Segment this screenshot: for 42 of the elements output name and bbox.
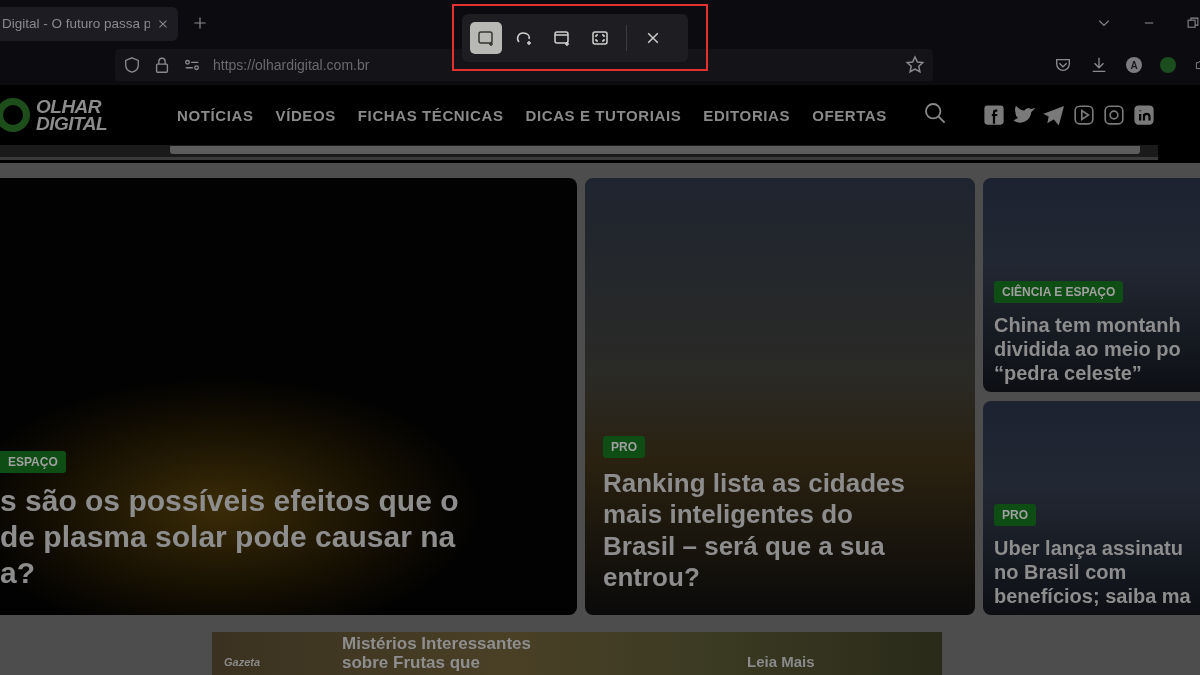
browser-tab[interactable]: Digital - O futuro passa p bbox=[0, 6, 178, 41]
news-card[interactable]: PRO Uber lança assinatu no Brasil com benefícios; saiba ma bbox=[983, 401, 1200, 615]
plus-icon[interactable] bbox=[192, 14, 208, 31]
account-avatar[interactable]: A bbox=[1126, 57, 1142, 73]
headline[interactable]: Uber lança assinatu no Brasil com benefícios; saiba ma bbox=[994, 536, 1200, 608]
news-card[interactable]: ESPAÇO s são os possíveis efeitos que o de plasma solar pode causar na a? bbox=[0, 178, 577, 615]
news-card[interactable]: CIÊNCIA E ESPAÇO China tem montanh dividida ao meio po “pedra celeste” bbox=[983, 178, 1200, 392]
brand-name: Gazeta bbox=[224, 656, 261, 668]
news-card[interactable]: PRO Ranking lista as cidades mais inteligentes do Brasil – será que a sua entrou? bbox=[585, 178, 975, 615]
nav-link[interactable]: NOTÍCIAS bbox=[177, 106, 254, 124]
category-tag[interactable]: PRO bbox=[994, 504, 1036, 526]
headline[interactable]: Ranking lista as cidades mais inteligentes do Brasil – será que a sua entrou? bbox=[603, 468, 957, 593]
restore-icon[interactable] bbox=[1186, 15, 1200, 30]
ad-title: Mistérios Interessantes sobre Frutas que bbox=[342, 634, 531, 672]
play-icon[interactable] bbox=[1072, 104, 1095, 126]
nav-link[interactable]: EDITORIAS bbox=[703, 106, 791, 124]
nav-link[interactable]: FICHAS TÉCNICAS bbox=[357, 106, 504, 124]
snip-mode-button[interactable] bbox=[470, 21, 502, 54]
star-icon[interactable] bbox=[905, 55, 925, 75]
logo-ring-icon bbox=[0, 98, 30, 132]
shield-icon[interactable] bbox=[123, 56, 141, 74]
category-tag[interactable]: ESPAÇO bbox=[0, 451, 66, 473]
search-icon[interactable] bbox=[922, 101, 947, 125]
download-icon[interactable] bbox=[1090, 56, 1108, 74]
bird-icon[interactable] bbox=[1012, 104, 1035, 126]
nav-link[interactable]: DICAS E TUTORIAIS bbox=[525, 106, 682, 124]
facebook-icon[interactable] bbox=[982, 104, 1005, 126]
lock-icon[interactable] bbox=[153, 56, 171, 74]
category-tag[interactable]: CIÊNCIA E ESPAÇO bbox=[994, 281, 1124, 303]
nav-link[interactable]: OFERTAS bbox=[812, 106, 887, 124]
paper-plane-icon[interactable] bbox=[1042, 104, 1065, 126]
headline[interactable]: s são os possíveis efeitos que o de plasma solar pode causar na a? bbox=[0, 483, 577, 591]
headline[interactable]: China tem montanh dividida ao meio po “pedra celeste” bbox=[994, 313, 1200, 385]
tab-title: Digital - O futuro passa p bbox=[2, 16, 151, 31]
site-logo[interactable]: OLHAR DIGITAL bbox=[36, 98, 108, 132]
pocket-icon[interactable] bbox=[1054, 56, 1072, 74]
camera-icon[interactable] bbox=[1102, 104, 1125, 126]
nav-link[interactable]: VÍDEOS bbox=[275, 106, 336, 124]
read-more-link[interactable]: Leia Mais bbox=[747, 653, 815, 670]
category-tag[interactable]: PRO bbox=[603, 436, 645, 459]
url-text: https://olhardigital.com.br bbox=[213, 57, 370, 73]
linkedin-icon[interactable] bbox=[1132, 104, 1155, 126]
